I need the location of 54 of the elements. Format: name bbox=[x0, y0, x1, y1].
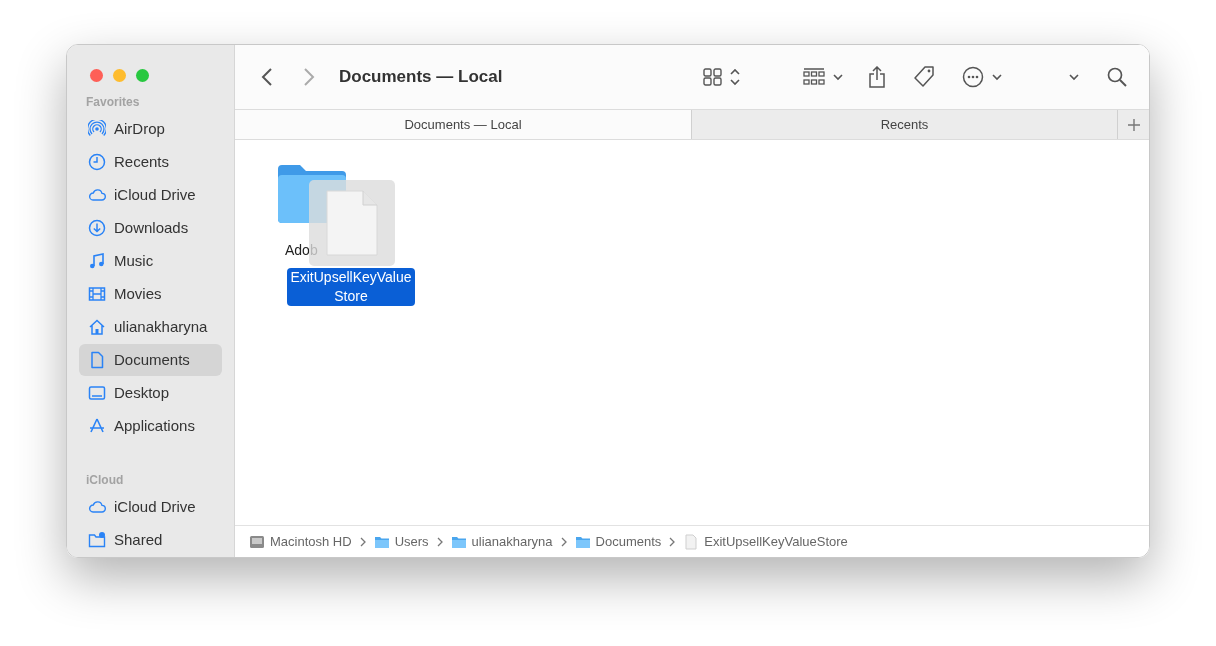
music-note-icon bbox=[88, 252, 106, 270]
grid-view-icon[interactable] bbox=[703, 68, 723, 86]
tab[interactable]: Recents bbox=[691, 110, 1117, 139]
chevron-right-icon bbox=[668, 536, 677, 547]
new-tab-button[interactable] bbox=[1117, 110, 1149, 139]
chevron-down-icon[interactable] bbox=[992, 73, 1002, 81]
house-icon bbox=[88, 318, 106, 336]
section-header: iCloud bbox=[85, 472, 125, 489]
path-item[interactable]: Documents bbox=[574, 531, 662, 552]
cloud-icon bbox=[88, 498, 106, 516]
sidebar-item[interactable]: iCloud Drive bbox=[79, 491, 222, 523]
sidebar-item[interactable]: iCloud Drive bbox=[79, 179, 222, 211]
more-icon[interactable] bbox=[962, 66, 984, 88]
sidebar-item[interactable]: Desktop bbox=[79, 377, 222, 409]
sidebar-item[interactable]: AirDrop bbox=[79, 113, 222, 145]
plus-icon bbox=[1126, 117, 1141, 132]
path-item[interactable]: Macintosh HD bbox=[249, 531, 352, 552]
path-item[interactable]: Users bbox=[373, 531, 429, 552]
app-store-icon bbox=[88, 417, 106, 435]
document-icon bbox=[683, 533, 700, 550]
search-icon[interactable] bbox=[1107, 67, 1127, 87]
path-item[interactable]: ExitUpsellKeyValueStore bbox=[683, 531, 848, 552]
sidebar-item[interactable]: Applications bbox=[79, 410, 222, 442]
sidebar-item[interactable]: Documents bbox=[79, 344, 222, 376]
group-icon[interactable] bbox=[803, 68, 825, 86]
sidebar-item[interactable]: Movies bbox=[79, 278, 222, 310]
chevron-down-icon[interactable] bbox=[1069, 73, 1079, 81]
file-name: ExitUpsellKeyValueStore bbox=[287, 268, 415, 306]
clock-icon bbox=[88, 153, 106, 171]
airdrop-icon bbox=[88, 120, 106, 138]
chevron-right-icon bbox=[435, 536, 444, 547]
cloud-icon bbox=[88, 186, 106, 204]
section-header: Favorites bbox=[85, 94, 141, 111]
window-title: Documents — Local bbox=[339, 66, 503, 89]
share-icon[interactable] bbox=[868, 66, 886, 88]
desktop-icon bbox=[88, 384, 106, 402]
hard-drive-icon bbox=[249, 533, 265, 550]
tab[interactable]: Documents — Local bbox=[235, 110, 691, 139]
document-icon bbox=[88, 351, 106, 369]
chevron-down-icon[interactable] bbox=[833, 73, 843, 81]
download-icon bbox=[88, 219, 106, 237]
updown-icon[interactable] bbox=[729, 68, 741, 86]
film-icon bbox=[88, 285, 106, 303]
shared-folder-icon bbox=[88, 531, 106, 549]
chevron-right-icon bbox=[559, 536, 568, 547]
sidebar-item[interactable]: ulianakharyna bbox=[79, 311, 222, 343]
sidebar-item[interactable]: Recents bbox=[79, 146, 222, 178]
tag-icon[interactable] bbox=[913, 66, 935, 88]
sidebar-item[interactable]: Shared bbox=[79, 524, 222, 556]
sidebar-item[interactable]: Downloads bbox=[79, 212, 222, 244]
back-icon[interactable] bbox=[261, 68, 273, 86]
sidebar-item[interactable]: Music bbox=[79, 245, 222, 277]
chevron-right-icon bbox=[358, 536, 367, 547]
path-item[interactable]: ulianakharyna bbox=[450, 531, 553, 552]
